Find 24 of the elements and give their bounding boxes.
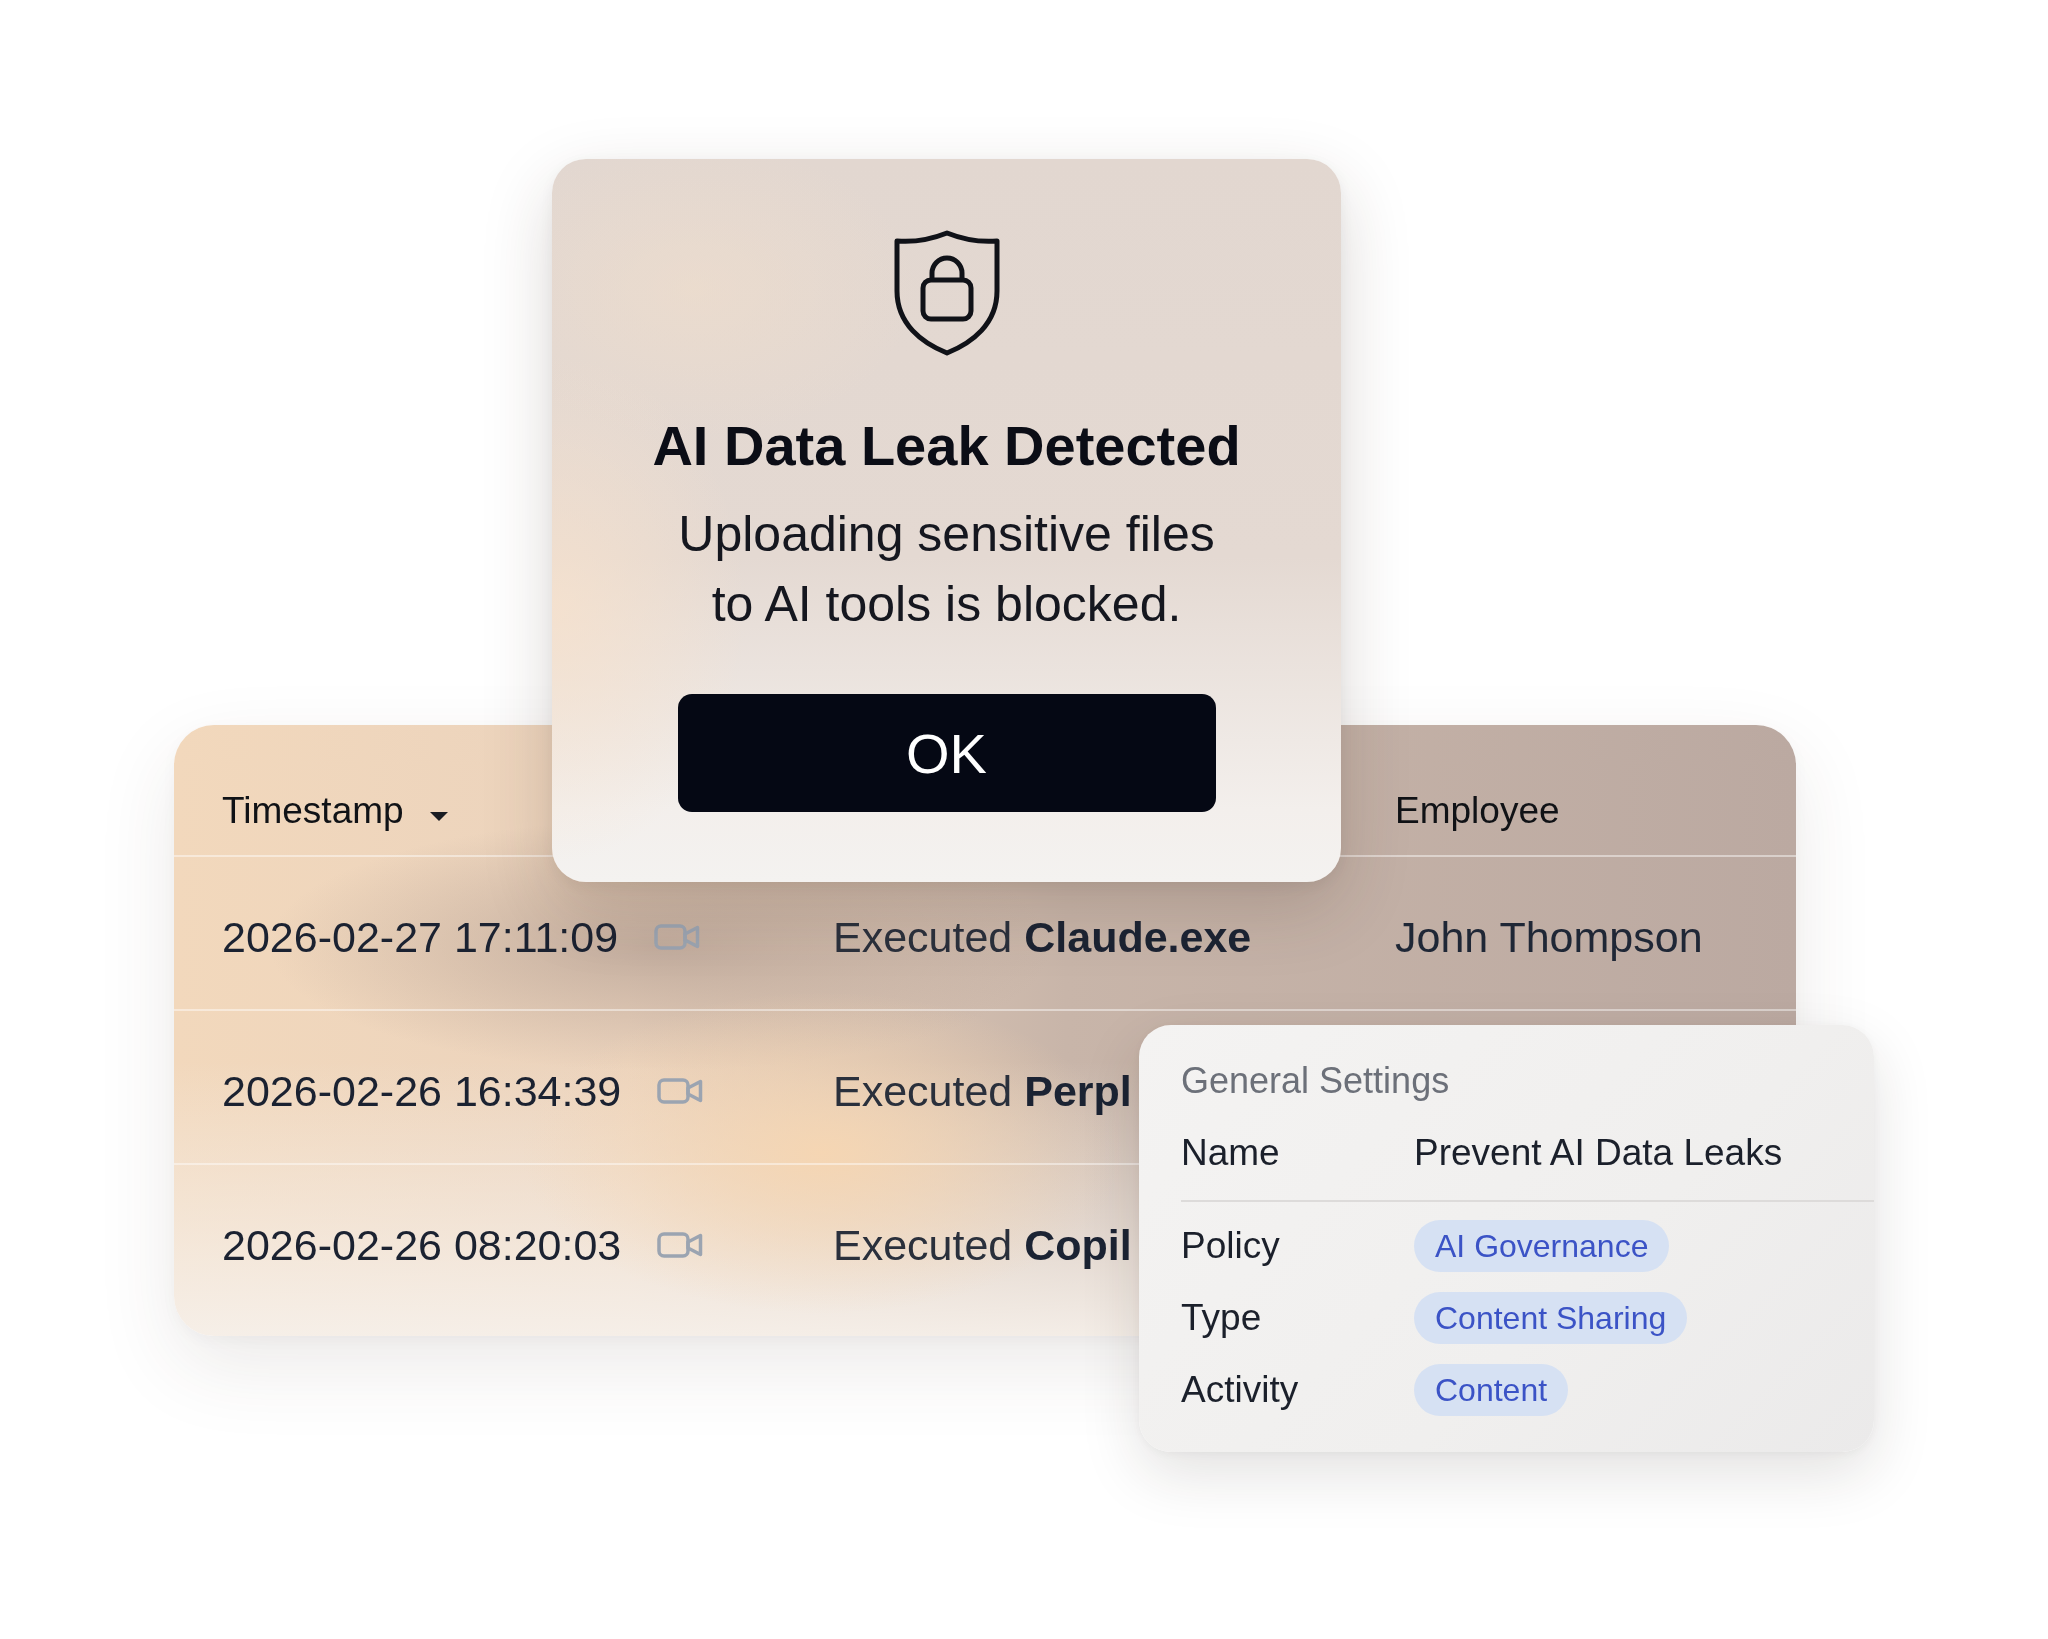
setting-tag: Content — [1414, 1364, 1569, 1416]
column-header[interactable]: Timestamp — [222, 789, 448, 833]
employee-name: John Thompson — [1395, 913, 1703, 961]
column-header[interactable]: Employee — [1395, 789, 1560, 833]
timestamp-text: 2026-02-27 17:11:09 — [222, 912, 619, 963]
video-camera-icon[interactable] — [657, 1077, 704, 1105]
event-text: Executed Perpl — [833, 1067, 1132, 1115]
dialog-message: Uploading sensitive files to AI tools is blocked. — [678, 505, 1215, 634]
field-label: Name — [1181, 1131, 1281, 1175]
timestamp-text: 2026-02-26 16:34:39 — [222, 1066, 622, 1117]
field-label: Policy — [1181, 1224, 1281, 1268]
field-label: Activity — [1181, 1368, 1300, 1412]
field-label: Type — [1181, 1296, 1263, 1340]
field-value: Prevent AI Data Leaks — [1414, 1131, 1783, 1175]
video-camera-icon[interactable] — [654, 923, 701, 951]
dialog-title: AI Data Leak Detected — [652, 413, 1241, 479]
timestamp-text: 2026-02-26 08:20:03 — [222, 1220, 622, 1271]
setting-tag: AI Governance — [1414, 1220, 1670, 1272]
event-text: Executed Copil — [833, 1221, 1132, 1269]
ok-button[interactable]: OK — [677, 694, 1216, 812]
panel-title: General Settings — [1181, 1059, 1451, 1103]
setting-tag: Content Sharing — [1414, 1292, 1688, 1344]
event-text: Executed Claude.exe — [833, 913, 1252, 961]
video-camera-icon[interactable] — [657, 1231, 704, 1259]
